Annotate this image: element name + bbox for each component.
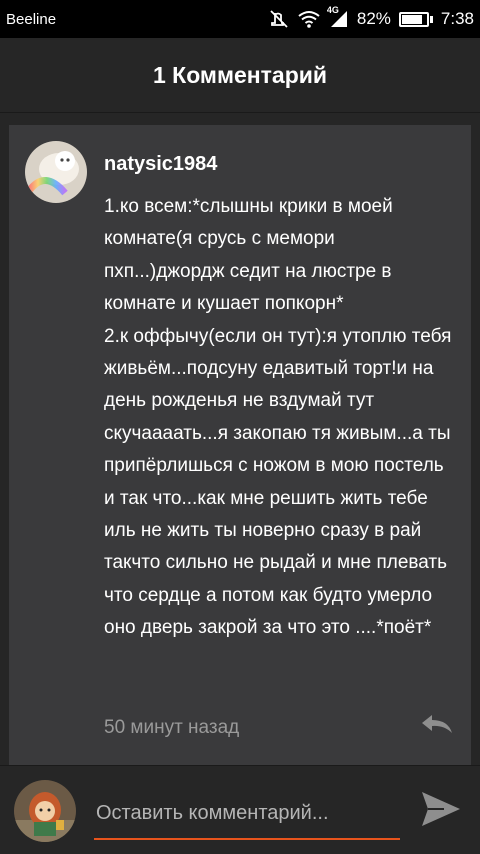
comment-text: 1.ко всем:*слышны крики в моей комнате(я… [104,196,452,639]
status-icons: 4G 82% 7:38 [269,5,474,29]
reply-icon [420,713,454,740]
comment-input[interactable] [94,788,400,840]
comment-timestamp: 50 минут назад [104,717,240,738]
battery-percent: 82% [356,9,391,28]
carrier-name: Beeline [6,10,57,28]
comment-item: natysic1984 1.ко всем:*слышны крики в мо… [9,125,471,765]
comment-username[interactable]: natysic1984 [104,153,217,176]
battery-icon [398,11,433,27]
signal-icon: 4G [327,5,349,29]
wifi-icon [297,9,321,29]
current-user-avatar[interactable] [14,780,76,842]
clock: 7:38 [440,9,474,28]
battery-level-fill [401,14,422,24]
header: 1 Комментарий [0,38,480,113]
mute-icon [269,9,289,29]
status-bar: Beeline 4G 82% 7:38 [0,0,480,38]
comments-list[interactable]: natysic1984 1.ко всем:*слышны крики в мо… [0,113,480,765]
send-icon [420,790,462,833]
page-title: 1 Комментарий [152,61,328,88]
send-button[interactable] [416,788,466,834]
avatar[interactable] [25,141,87,203]
reply-button[interactable] [417,711,457,741]
comment-composer [0,765,480,854]
network-type-label: 4G [326,5,339,15]
